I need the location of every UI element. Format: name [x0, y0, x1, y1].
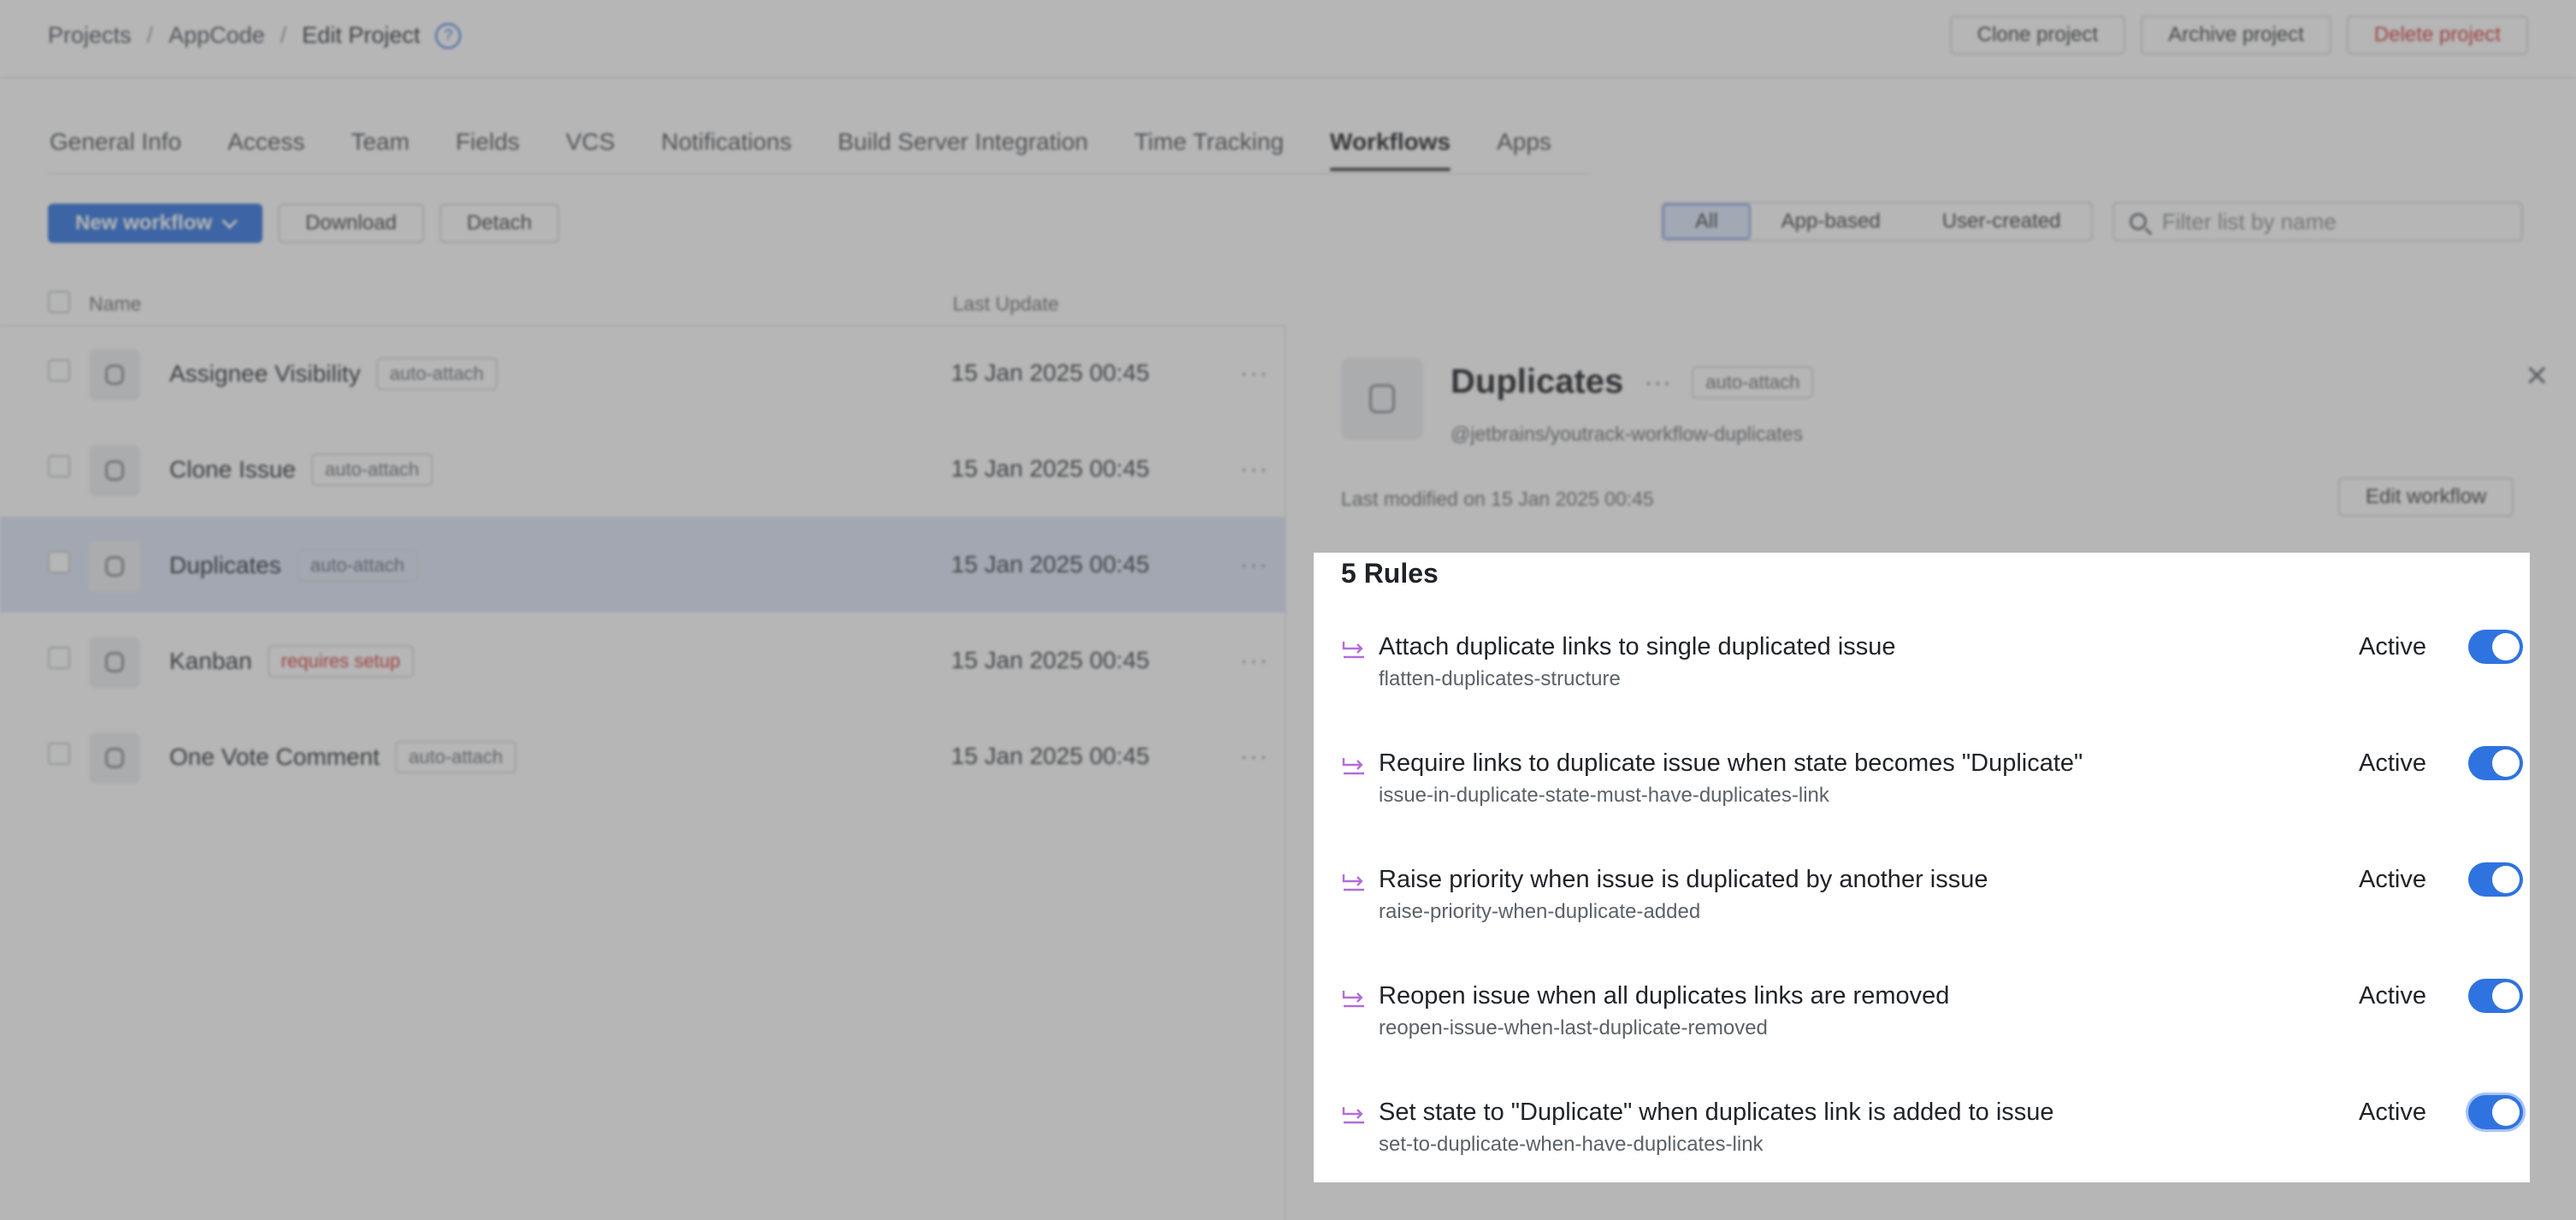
rule-toggle[interactable] [2468, 1095, 2523, 1129]
rule-item: Raise priority when issue is duplicated … [1341, 862, 2523, 960]
rules-heading: 5 Rules [1341, 558, 1439, 589]
rule-item: Set state to "Duplicate" when duplicates… [1341, 1095, 2523, 1193]
rule-toggle[interactable] [2468, 979, 2523, 1013]
rule-toggle[interactable] [2468, 862, 2523, 897]
rule-status: Active [2359, 633, 2426, 660]
rule-transition-icon [1342, 642, 1364, 659]
rule-transition-icon [1342, 874, 1364, 891]
rule-title: Require links to duplicate issue when st… [1379, 749, 2083, 777]
rule-status: Active [2359, 749, 2426, 777]
rule-title: Reopen issue when all duplicates links a… [1379, 982, 1950, 1010]
rule-toggle[interactable] [2468, 630, 2523, 664]
rule-id: flatten-duplicates-structure [1379, 667, 1621, 690]
rule-item: Attach duplicate links to single duplica… [1341, 630, 2523, 727]
rule-status: Active [2359, 982, 2426, 1010]
rule-id: issue-in-duplicate-state-must-have-dupli… [1379, 784, 1829, 807]
rule-id: reopen-issue-when-last-duplicate-removed [1379, 1016, 1768, 1039]
rules-card: 5 Rules Attach duplicate links to single… [1314, 553, 2530, 1182]
rule-item: Require links to duplicate issue when st… [1341, 746, 2523, 844]
rule-transition-icon [1342, 1107, 1364, 1124]
rule-id: raise-priority-when-duplicate-added [1379, 900, 1701, 923]
rule-toggle[interactable] [2468, 746, 2523, 780]
rule-title: Set state to "Duplicate" when duplicates… [1379, 1099, 2054, 1126]
rule-status: Active [2359, 866, 2426, 893]
rule-title: Raise priority when issue is duplicated … [1379, 866, 1988, 893]
rule-id: set-to-duplicate-when-have-duplicates-li… [1379, 1133, 1764, 1156]
rule-item: Reopen issue when all duplicates links a… [1341, 979, 2523, 1076]
rule-transition-icon [1342, 991, 1364, 1008]
rule-status: Active [2359, 1099, 2426, 1126]
rule-transition-icon [1342, 758, 1364, 775]
rule-title: Attach duplicate links to single duplica… [1379, 633, 1896, 660]
